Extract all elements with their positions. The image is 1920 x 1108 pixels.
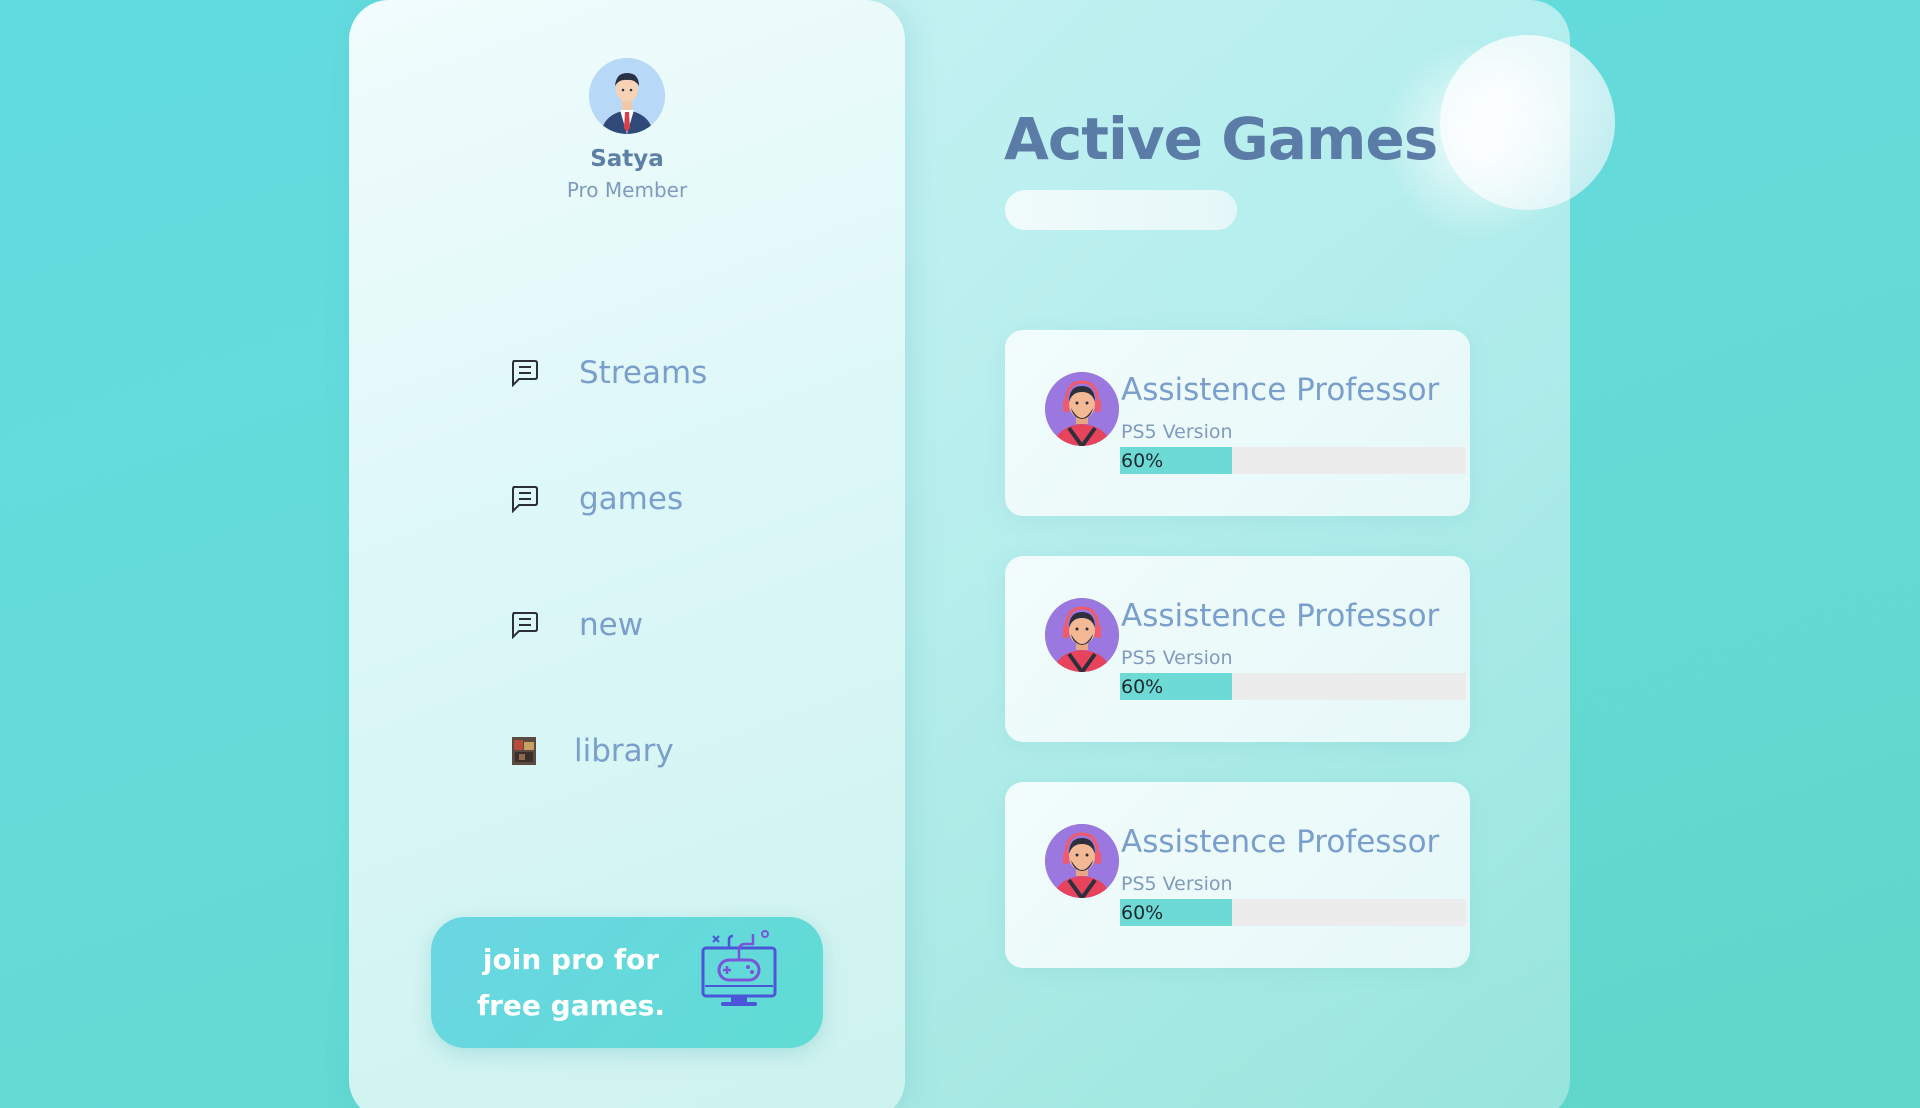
nav-label: Streams: [579, 355, 708, 391]
game-platform: PS5 Version: [1121, 421, 1233, 443]
gamer-headset-avatar-icon: [1045, 598, 1119, 672]
nav-label: games: [579, 481, 684, 517]
chat-bubble-icon: [509, 484, 539, 514]
promo-line-1: join pro for: [482, 943, 660, 976]
nav-item-streams[interactable]: Streams: [509, 348, 707, 398]
game-title: Assistence Professor: [1121, 372, 1440, 408]
nav-item-new[interactable]: new: [509, 600, 643, 650]
game-title: Assistence Professor: [1121, 598, 1440, 634]
chat-bubble-icon: [509, 358, 539, 388]
gamer-headset-avatar-icon: [1045, 372, 1119, 446]
progress-label: 60%: [1121, 902, 1164, 924]
progress-label: 60%: [1121, 676, 1164, 698]
profile: Satya Pro Member: [349, 58, 905, 202]
nav-item-library[interactable]: library: [509, 726, 674, 776]
businessman-avatar-icon: [589, 58, 665, 134]
join-pro-button[interactable]: join pro for free games.: [431, 917, 823, 1048]
gamepad-monitor-icon: [701, 930, 777, 1006]
page-title: Active Games: [1004, 105, 1438, 173]
progress-bar: 60%: [1120, 899, 1466, 926]
promo-text: join pro for free games.: [461, 937, 681, 1029]
game-title: Assistence Professor: [1121, 824, 1440, 860]
progress-label: 60%: [1121, 450, 1164, 472]
game-platform: PS5 Version: [1121, 873, 1233, 895]
game-platform: PS5 Version: [1121, 647, 1233, 669]
profile-avatar[interactable]: [589, 58, 665, 134]
promo-line-2: free games.: [476, 989, 666, 1022]
profile-name: Satya: [590, 146, 664, 172]
game-card[interactable]: Assistence Professor PS5 Version 60%: [1005, 556, 1470, 742]
nav-label: new: [579, 607, 644, 643]
profile-role: Pro Member: [566, 178, 688, 202]
title-underline-pill: [1005, 190, 1237, 230]
nav-label: library: [574, 733, 674, 769]
game-thumbnail-icon: [509, 736, 539, 766]
progress-bar: 60%: [1120, 673, 1466, 700]
progress-bar: 60%: [1120, 447, 1466, 474]
chat-bubble-icon: [509, 610, 539, 640]
nav-item-games[interactable]: games: [509, 474, 683, 524]
game-card[interactable]: Assistence Professor PS5 Version 60%: [1005, 782, 1470, 968]
gamer-headset-avatar-icon: [1045, 824, 1119, 898]
game-card[interactable]: Assistence Professor PS5 Version 60%: [1005, 330, 1470, 516]
